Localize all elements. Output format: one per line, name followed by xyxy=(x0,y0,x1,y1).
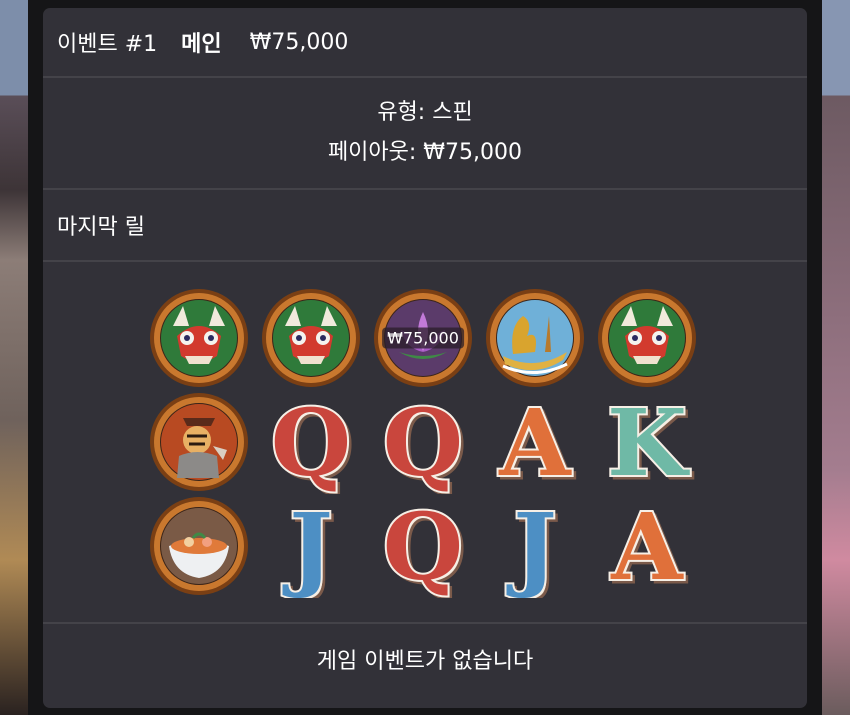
win-amount-label: ₩75,000 xyxy=(382,327,464,349)
golden-dragon-boat-icon xyxy=(486,289,584,387)
letter-k-icon: KK xyxy=(605,390,695,494)
reel-grid: ₩75,000 Q Q Q Q A A K K J J Q Q J J A A xyxy=(147,286,699,598)
reel-cell: ₩75,000 xyxy=(371,286,475,390)
reel-cell: KK xyxy=(595,390,699,494)
letter-a-icon: AA xyxy=(608,494,689,598)
reel-cell: QQ xyxy=(259,390,363,494)
svg-text:Q: Q xyxy=(383,494,463,598)
letter-q-icon: QQ xyxy=(381,390,468,494)
event-details-panel: 이벤트 #1 메인 ₩75,000 유형: 스핀 페이아웃: ₩75,000 마… xyxy=(43,8,807,708)
reel-cell xyxy=(147,286,251,390)
reel-cell xyxy=(483,286,587,390)
reel-cell: QQ xyxy=(371,494,475,598)
reel-cell: AA xyxy=(483,390,587,494)
dragon-mask-icon xyxy=(598,289,696,387)
event-amount: ₩75,000 xyxy=(249,29,349,55)
tiger-warrior-icon xyxy=(150,393,248,491)
letter-j-icon: JJ xyxy=(504,494,561,598)
reel-cell xyxy=(595,286,699,390)
letter-q-icon: QQ xyxy=(269,390,356,494)
reel-cell: AA xyxy=(595,494,699,598)
reel-cell: JJ xyxy=(483,494,587,598)
dragon-mask-icon xyxy=(262,289,360,387)
reel-cell: QQ xyxy=(371,390,475,494)
event-type-badge: 메인 xyxy=(181,32,222,57)
dragon-mask-icon xyxy=(150,289,248,387)
noodle-bowl-icon xyxy=(150,497,248,595)
event-number: 이벤트 #1 xyxy=(57,32,158,57)
svg-text:Q: Q xyxy=(383,390,463,494)
background-right-edge xyxy=(820,0,850,715)
reel-cell xyxy=(147,390,251,494)
game-events-footer: 게임 이벤트가 없습니다 xyxy=(43,624,807,694)
event-info: 유형: 스핀 페이아웃: ₩75,000 xyxy=(43,78,807,190)
svg-text:A: A xyxy=(498,390,572,494)
event-header: 이벤트 #1 메인 ₩75,000 xyxy=(43,8,807,78)
letter-a-icon: AA xyxy=(496,390,577,494)
payout-line: 페이아웃: ₩75,000 xyxy=(327,140,523,165)
last-reel-title: 마지막 릴 xyxy=(57,215,145,240)
svg-text:K: K xyxy=(607,390,690,494)
letter-q-icon: QQ xyxy=(381,494,468,598)
svg-text:A: A xyxy=(610,494,684,598)
letter-j-icon: JJ xyxy=(280,494,337,598)
svg-text:J: J xyxy=(506,494,557,598)
reel-grid-area: ₩75,000 Q Q Q Q A A K K J J Q Q J J A A xyxy=(43,262,807,624)
svg-text:Q: Q xyxy=(271,390,351,494)
last-reel-heading: 마지막 릴 xyxy=(43,190,807,262)
svg-text:J: J xyxy=(282,494,333,598)
reel-cell: JJ xyxy=(259,494,363,598)
reel-cell xyxy=(259,286,363,390)
reel-cell xyxy=(147,494,251,598)
event-type-line: 유형: 스핀 xyxy=(377,100,473,125)
no-events-message: 게임 이벤트가 없습니다 xyxy=(316,649,534,674)
